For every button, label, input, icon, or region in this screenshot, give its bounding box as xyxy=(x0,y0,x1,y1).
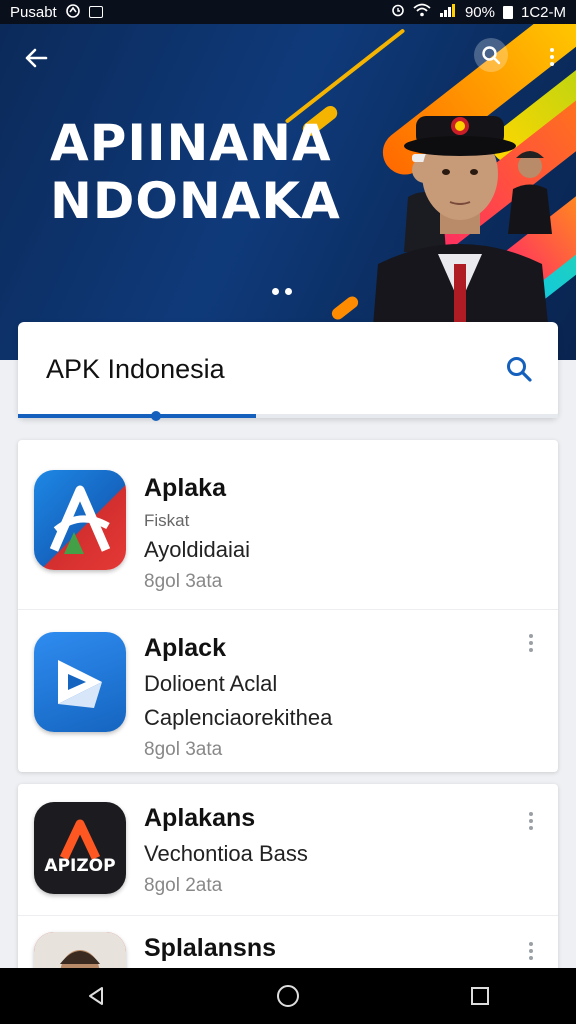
more-vert-icon[interactable] xyxy=(546,42,558,82)
search-icon[interactable] xyxy=(504,354,536,386)
app-icon-label: APIZOP xyxy=(44,856,116,876)
app-name: Aplakans xyxy=(144,804,256,832)
search-progress-fill xyxy=(18,414,256,418)
more-vert-icon[interactable] xyxy=(526,812,536,832)
system-nav-bar xyxy=(0,968,576,1024)
list-item[interactable]: Aplack Dolioent Aclal Caplenciaorekithea… xyxy=(18,610,558,772)
battery-icon xyxy=(502,5,513,19)
sync-icon xyxy=(65,3,81,21)
battery-percent: 90% xyxy=(464,3,495,21)
carrier-label: Pusabt xyxy=(10,3,57,21)
status-bar: Pusabt 90% 1C2-M xyxy=(0,0,576,24)
app-meta: 8gol 3ata xyxy=(144,739,223,760)
wifi-icon xyxy=(413,3,431,21)
notification-icon xyxy=(88,6,103,18)
results-card: Aplaka Fiskat Ayoldidaiai 8gol 3ata Apla… xyxy=(18,440,558,772)
app-name: Aplack xyxy=(144,634,226,662)
app-list: Aplaka Fiskat Ayoldidaiai 8gol 3ata Apla… xyxy=(18,440,558,998)
search-progress-bar xyxy=(18,411,558,421)
signal-icon xyxy=(439,3,457,21)
hero-banner[interactable]: APIINANA NDONAKA xyxy=(0,24,576,360)
app-meta: 8gol 3ata xyxy=(144,571,223,592)
list-item[interactable]: APIZOP Aplakans Vechontioa Bass 8gol 2at… xyxy=(18,784,558,916)
carousel-dot[interactable] xyxy=(285,288,292,295)
app-name: Splalansns xyxy=(144,934,276,962)
more-vert-icon[interactable] xyxy=(526,942,536,962)
decor-dash xyxy=(329,294,361,322)
hero-title: APIINANA NDONAKA xyxy=(50,114,341,230)
apizop-icon: APIZOP xyxy=(34,802,126,894)
search-input[interactable]: APK Indonesia xyxy=(46,354,225,385)
clock: 1C2-M xyxy=(520,3,566,21)
app-developer: Dolioent Aclal xyxy=(144,671,278,696)
more-vert-icon[interactable] xyxy=(526,634,536,654)
search-bar[interactable]: APK Indonesia xyxy=(18,322,558,421)
app-meta: 8gol 2ata xyxy=(144,875,223,896)
person-portrait xyxy=(370,116,552,360)
app-description: Caplenciaorekithea xyxy=(144,705,333,730)
app-description: Ayoldidaiai xyxy=(144,537,251,562)
nav-back-icon[interactable] xyxy=(76,976,116,1016)
back-arrow-icon[interactable] xyxy=(18,44,54,80)
list-item[interactable]: Aplaka Fiskat Ayoldidaiai 8gol 3ata xyxy=(18,440,558,610)
carousel-indicator xyxy=(272,288,292,295)
search-icon[interactable] xyxy=(474,38,508,72)
app-developer: Vechontioa Bass xyxy=(144,841,308,866)
hero-title-line2: NDONAKA xyxy=(50,172,341,230)
app-name: Aplaka xyxy=(144,474,226,502)
carousel-dot[interactable] xyxy=(272,288,279,295)
nav-home-icon[interactable] xyxy=(268,976,308,1016)
results-card: APIZOP Aplakans Vechontioa Bass 8gol 2at… xyxy=(18,784,558,986)
alarm-icon xyxy=(391,3,405,21)
search-progress-knob xyxy=(150,411,161,421)
hero-title-line1: APIINANA xyxy=(50,114,332,172)
play-icon xyxy=(34,632,126,732)
aplaka-icon xyxy=(34,470,126,570)
nav-recents-icon[interactable] xyxy=(460,976,500,1016)
app-developer: Fiskat xyxy=(144,511,190,530)
